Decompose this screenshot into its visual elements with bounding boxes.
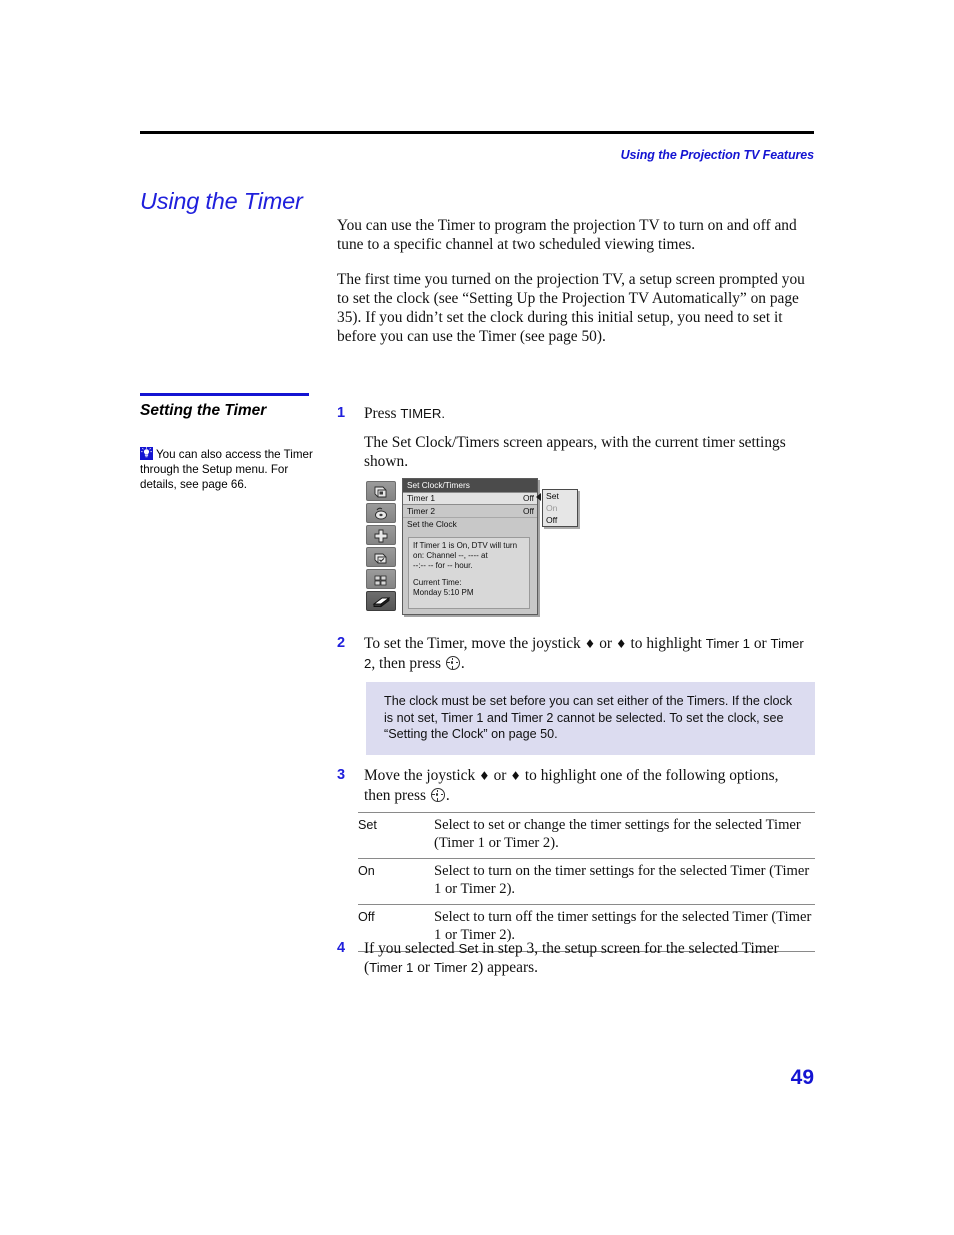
option-key-on: On [358,858,434,905]
step-1-line-2: The Set Clock/Timers screen appears, wit… [364,434,786,471]
tv-row-set-the-clock[interactable]: Set the Clock [403,518,537,531]
parental-icon [366,569,396,589]
joystick-down-icon: ♦ [615,637,627,651]
step-4-text: If you selected Set in step 3, the setup… [364,940,779,977]
tv-menu-panel: Set Clock/Timers Timer 1 Off Timer 2 Off… [402,478,538,615]
step-2-part-a: To set the Timer, move the joystick [364,635,585,652]
tv-row-timer-2[interactable]: Timer 2 Off [403,505,537,518]
picture-icon [366,525,396,545]
tv-info-line-3: --:-- -- for -- hour. [413,561,473,571]
option-value-set: Select to set or change the timer settin… [434,811,815,859]
page-number: 49 [790,1066,814,1089]
tv-row-timer-1[interactable]: Timer 1 Off [403,492,537,505]
lightbulb-icon [140,447,153,460]
select-button-icon [445,656,460,671]
step-number-3: 3 [337,767,346,783]
tv-row-timer-1-value: Off [522,493,534,503]
tv-row-timer-2-label: Timer 2 [407,505,436,516]
tv-submenu-item-on[interactable]: On [543,502,577,514]
options-table: Set Select to set or change the timer se… [358,811,815,952]
tv-submenu-item-set[interactable]: Set [543,490,577,502]
select-button-icon-2 [430,788,445,803]
intro-block: You can use the Timer to program the pro… [337,216,815,362]
setup-icon [366,591,396,611]
step-3-part-d: . [445,787,450,805]
tv-menu-title: Set Clock/Timers [403,479,537,492]
sidebar-tip: You can also access the Timer through th… [140,447,318,493]
header-rule [140,131,814,134]
step-3-part-b: or [489,767,511,784]
step-number-4: 4 [337,940,346,956]
audio-icon [366,503,396,523]
option-key-set: Set [358,811,434,859]
page-title: Using the Timer [140,188,303,214]
joystick-up-icon-2: ♦ [479,769,490,783]
step-4-part-c: ) appears. [478,959,538,977]
tv-info-line-5: Monday 5:10 PM [413,587,474,597]
tv-icon-column [366,481,399,613]
step-3-text: Move the joystick ♦ or ♦ to highlight on… [364,766,804,806]
tv-submenu-caret-icon [536,493,541,501]
step-2-part-b: or [595,635,616,652]
joystick-up-icon: ♦ [584,637,596,651]
sidebar-rule [140,393,309,396]
option-value-on: Select to turn on the timer settings for… [434,858,815,905]
step-4-part-a: If you selected [364,940,459,957]
tv-submenu-item-off[interactable]: Off [543,514,577,526]
tv-row-timer-1-label: Timer 1 [407,493,436,503]
video-input-icon [366,481,396,501]
sidebar-tip-text: You can also access the Timer through th… [140,448,313,492]
intro-paragraph-2: The first time you turned on the project… [337,270,805,346]
step-2-part-d: . [460,655,465,673]
step-2-text: To set the Timer, move the joystick ♦ or… [364,634,816,674]
running-head: Using the Projection TV Features [620,148,814,162]
tv-row-timer-2-value: Off [522,505,534,516]
tv-info-line-1: If Timer 1 is On, DTV will turn [413,541,518,550]
joystick-down-icon-2: ♦ [510,769,522,783]
table-row: On Select to turn on the timer settings … [358,858,815,905]
note-box: The clock must be set before you can set… [366,682,815,755]
sidebar-section-title: Setting the Timer [140,402,267,419]
step-1-text-press: Press [364,405,401,422]
channel-icon [366,547,396,567]
step-number-2: 2 [337,635,346,651]
tv-menu-screenshot: Set Clock/Timers Timer 1 Off Timer 2 Off… [366,478,579,617]
tv-row-set-the-clock-label: Set the Clock [407,519,457,529]
manual-page: Using the Projection TV Features Using t… [0,0,954,1235]
step-number-1: 1 [337,405,346,421]
intro-paragraph-1: You can use the Timer to program the pro… [337,217,797,254]
tv-info-line-4: Current Time: [413,577,462,587]
step-1-line-1: Press TIMER. [364,404,819,423]
table-row: Set Select to set or change the timer se… [358,811,815,859]
tv-submenu: Set On Off [542,489,578,527]
tv-info-box: If Timer 1 is On, DTV will turn on: Chan… [408,537,530,609]
step-1-key-label: TIMER. [400,406,446,421]
tv-info-line-2: on: Channel --, ---- at [413,551,488,561]
step-3-part-a: Move the joystick [364,767,479,784]
